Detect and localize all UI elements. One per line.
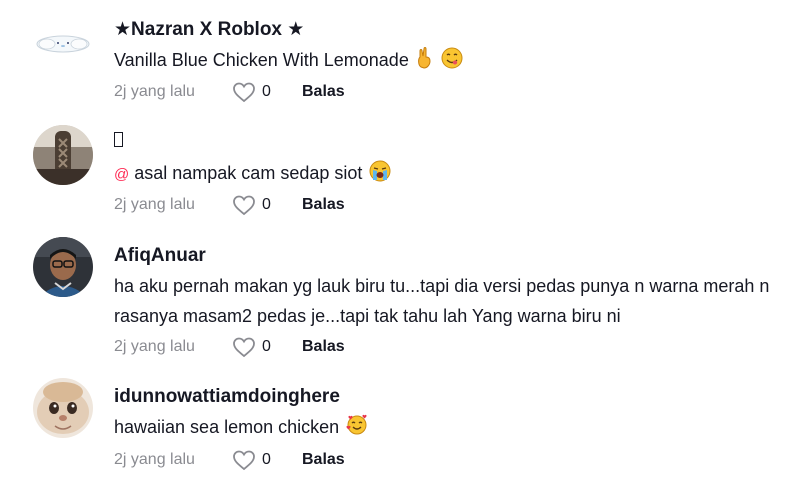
comment-username[interactable]: ★Nazran X Roblox ★ (114, 17, 771, 43)
reply-button[interactable]: Balas (302, 196, 345, 214)
avatar[interactable] (33, 125, 93, 185)
comment-text: hawaiian sea lemon chicken (114, 412, 771, 445)
comment-username[interactable]: 👍 (114, 128, 771, 154)
comment-username[interactable]: idunnowattiamdoinghere (114, 384, 771, 410)
avatar[interactable] (33, 378, 93, 438)
heart-icon (233, 337, 255, 358)
reply-button[interactable]: Balas (302, 451, 345, 469)
loudly-crying-face-emoji (369, 160, 391, 191)
avatar[interactable] (33, 237, 93, 297)
heart-icon (233, 450, 255, 471)
crossed-fingers-emoji (416, 47, 434, 78)
comment-time: 2j yang lalu (114, 451, 195, 468)
comment-text: Vanilla Blue Chicken With Lemonade (114, 45, 771, 78)
comment-meta: 2j yang lalu 0 Balas (114, 79, 345, 105)
heart-icon (233, 195, 255, 216)
like-count: 0 (262, 338, 271, 355)
reply-button[interactable]: Balas (302, 83, 345, 101)
like-button[interactable]: 0 (232, 449, 302, 471)
comment-body: Vanilla Blue Chicken With Lemonade (114, 50, 409, 70)
like-count: 0 (262, 196, 271, 213)
comment-meta: 2j yang lalu 0 Balas (114, 192, 345, 218)
like-button[interactable]: 0 (232, 194, 302, 216)
smiling-face-with-hearts-emoji (346, 414, 368, 445)
mention-link[interactable]: @ (114, 166, 129, 183)
comment-username[interactable]: AfiqAnuar (114, 243, 771, 269)
comment-time: 2j yang lalu (114, 338, 195, 355)
like-count: 0 (262, 83, 271, 100)
thumbs-up-icon (114, 132, 123, 147)
like-count: 0 (262, 451, 271, 468)
comment-meta: 2j yang lalu 0 Balas (114, 334, 345, 360)
comment-body: hawaiian sea lemon chicken (114, 417, 340, 437)
avatar[interactable] (33, 12, 93, 72)
like-button[interactable]: 0 (232, 81, 302, 103)
comment-meta: 2j yang lalu 0 Balas (114, 447, 345, 473)
comment-text: @ asal nampak cam sedap siot (114, 158, 771, 191)
comment-time: 2j yang lalu (114, 196, 195, 213)
comment-time: 2j yang lalu (114, 83, 195, 100)
comment-text: ha aku pernah makan yg lauk biru tu...ta… (114, 276, 770, 326)
reply-button[interactable]: Balas (302, 338, 345, 356)
comment-body: asal nampak cam sedap siot (134, 163, 363, 183)
face-savoring-food-emoji (441, 47, 463, 78)
heart-icon (233, 82, 255, 103)
like-button[interactable]: 0 (232, 336, 302, 358)
